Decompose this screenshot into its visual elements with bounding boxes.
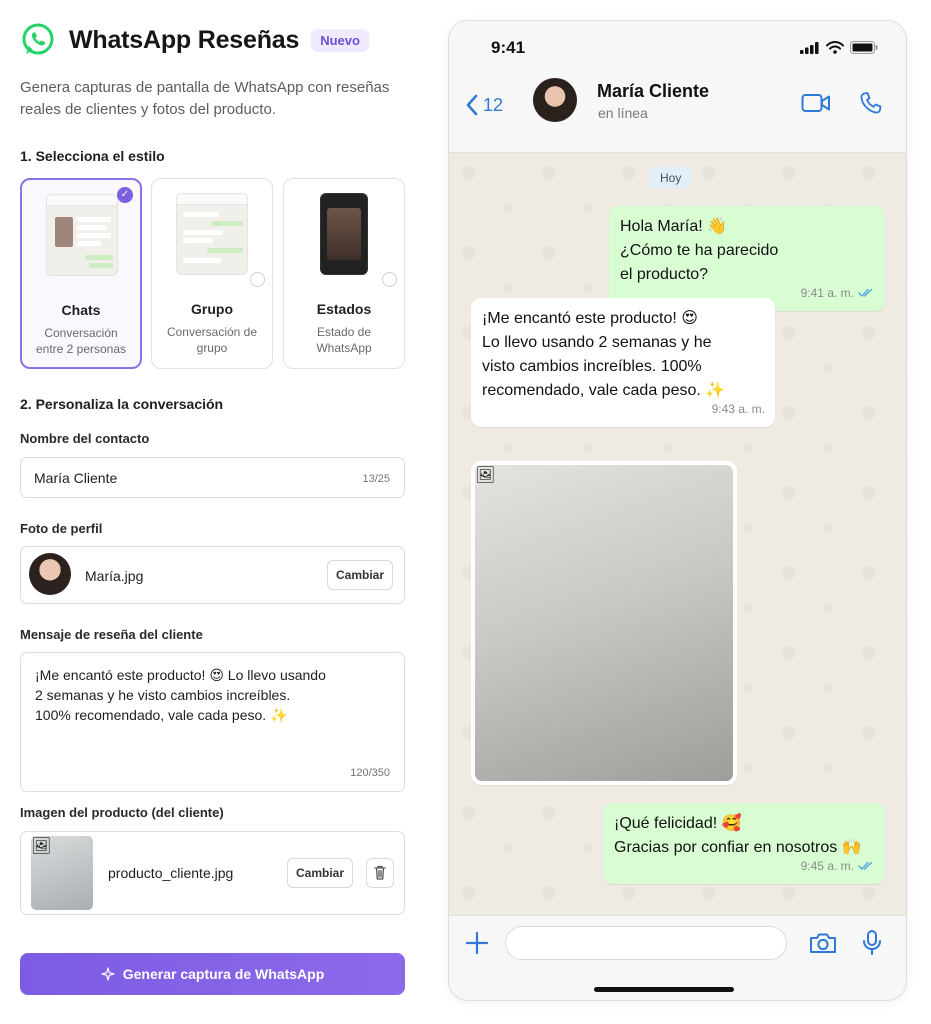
review-message-textarea[interactable]: ¡Me encantó este producto! 😍 Lo llevo us…	[20, 652, 405, 792]
home-indicator	[594, 987, 734, 992]
style-option-chats[interactable]: ✓ Chats Conversación entre 2 personas	[20, 178, 142, 369]
chat-header: 12 María Cliente en línea	[449, 77, 906, 153]
chevron-left-icon	[466, 94, 478, 116]
style-option-group[interactable]: Grupo Conversación de grupo	[151, 178, 273, 369]
group-preview-thumbnail	[176, 193, 248, 275]
intro-text: Genera capturas de pantalla de WhatsApp …	[20, 79, 390, 118]
new-badge: Nuevo	[311, 28, 369, 52]
plus-icon[interactable]	[465, 931, 489, 955]
message-time: 9:41 a. m.	[800, 286, 854, 300]
double-check-read-icon	[858, 861, 873, 871]
avatar[interactable]	[533, 78, 577, 122]
char-counter: 13/25	[362, 473, 390, 485]
avatar	[29, 553, 71, 595]
message-input[interactable]	[505, 926, 787, 960]
product-photo: 🖼	[475, 465, 733, 781]
profile-photo-filename: María.jpg	[85, 568, 144, 584]
message-text: ¡Qué felicidad! 🥰 Gracias por confiar en…	[614, 815, 862, 856]
product-image-label: Imagen del producto (del cliente)	[20, 805, 224, 820]
phone-call-icon[interactable]	[859, 91, 883, 115]
status-time: 9:41	[491, 38, 526, 57]
product-image-field: 🖼 producto_cliente.jpg Cambiar	[20, 831, 405, 915]
step1-title: 1. Selecciona el estilo	[20, 148, 165, 164]
chat-contact-status: en línea	[598, 105, 648, 121]
chat-area: Hoy Hola María! 👋 ¿Cómo te ha parecido e…	[449, 153, 906, 915]
message-time: 9:45 a. m.	[800, 859, 854, 873]
message-outgoing[interactable]: ¡Qué felicidad! 🥰 Gracias por confiar en…	[603, 803, 885, 884]
sparkle-icon	[101, 967, 115, 981]
whatsapp-phone-preview: 9:41 12 María Cliente en línea Hoy Hola …	[448, 20, 907, 1001]
step2-title: 2. Personaliza la conversación	[20, 396, 224, 412]
message-meta: 9:41 a. m.	[801, 281, 875, 305]
contact-name-label: Nombre del contacto	[20, 431, 150, 446]
style-option-status[interactable]: Estados Estado de WhatsApp	[283, 178, 405, 369]
double-check-read-icon	[858, 288, 873, 298]
cellular-signal-icon	[800, 41, 819, 54]
message-text: ¡Me encantó este producto! 😍 Lo llevo us…	[482, 310, 726, 399]
back-button[interactable]: 12	[465, 93, 503, 117]
contact-name-input[interactable]: María Cliente 13/25	[20, 457, 405, 498]
date-separator: Hoy	[649, 167, 693, 189]
message-text: Hola María! 👋 ¿Cómo te ha parecido el pr…	[620, 218, 779, 283]
style-option-description: Estado de WhatsApp	[316, 325, 372, 355]
microphone-icon[interactable]	[861, 929, 883, 957]
style-option-description: Conversación entre 2 personas	[35, 326, 127, 356]
video-call-icon[interactable]	[801, 93, 831, 113]
chat-contact-name[interactable]: María Cliente	[597, 81, 709, 102]
product-image-filename: producto_cliente.jpg	[108, 865, 234, 881]
generate-button-label: Generar captura de WhatsApp	[122, 966, 325, 982]
wifi-icon	[826, 41, 844, 54]
style-option-description: Conversación de grupo	[166, 325, 258, 355]
message-outgoing[interactable]: Hola María! 👋 ¿Cómo te ha parecido el pr…	[609, 206, 885, 311]
product-thumbnail: 🖼	[31, 836, 93, 910]
battery-icon	[850, 41, 878, 54]
chats-preview-thumbnail	[46, 194, 118, 276]
contact-name-value: María Cliente	[34, 470, 118, 486]
message-incoming[interactable]: ¡Me encantó este producto! 😍 Lo llevo us…	[471, 298, 775, 427]
message-meta: 9:45 a. m.	[801, 854, 875, 878]
radio-unselected[interactable]	[250, 272, 265, 287]
delete-image-button[interactable]	[366, 858, 394, 888]
trash-icon	[374, 865, 386, 880]
char-counter: 120/350	[350, 767, 390, 779]
unread-count: 12	[483, 94, 504, 115]
style-option-name: Chats	[61, 302, 101, 318]
editor-panel: WhatsApp Reseñas Nuevo Genera capturas d…	[0, 0, 430, 1024]
style-option-name: Estados	[316, 301, 372, 317]
profile-photo-field: María.jpg Cambiar	[20, 546, 405, 604]
camera-icon[interactable]	[809, 931, 837, 955]
review-message-text: ¡Me encantó este producto! 😍 Lo llevo us…	[35, 667, 326, 723]
whatsapp-logo-icon	[22, 23, 54, 55]
app-title: WhatsApp Reseñas	[69, 25, 300, 54]
change-product-image-button[interactable]: Cambiar	[287, 858, 353, 888]
change-photo-button[interactable]: Cambiar	[327, 560, 393, 590]
brand-header: WhatsApp Reseñas Nuevo	[20, 22, 369, 58]
status-icons	[800, 41, 878, 54]
style-selector: ✓ Chats Conversación entre 2 personas Gr…	[20, 178, 405, 369]
ios-status-bar: 9:41	[449, 21, 906, 77]
generate-screenshot-button[interactable]: Generar captura de WhatsApp	[20, 953, 405, 995]
review-message-label: Mensaje de reseña del cliente	[20, 627, 203, 642]
message-incoming-image[interactable]: 🖼	[471, 461, 737, 785]
radio-unselected[interactable]	[382, 272, 397, 287]
selected-check-icon: ✓	[117, 187, 133, 203]
message-time: 9:43 a. m.	[711, 402, 765, 416]
message-meta: 9:43 a. m.	[712, 397, 765, 421]
status-preview-thumbnail	[320, 193, 368, 275]
style-option-name: Grupo	[191, 301, 233, 317]
profile-photo-label: Foto de perfil	[20, 521, 103, 536]
message-input-bar	[449, 915, 906, 1000]
